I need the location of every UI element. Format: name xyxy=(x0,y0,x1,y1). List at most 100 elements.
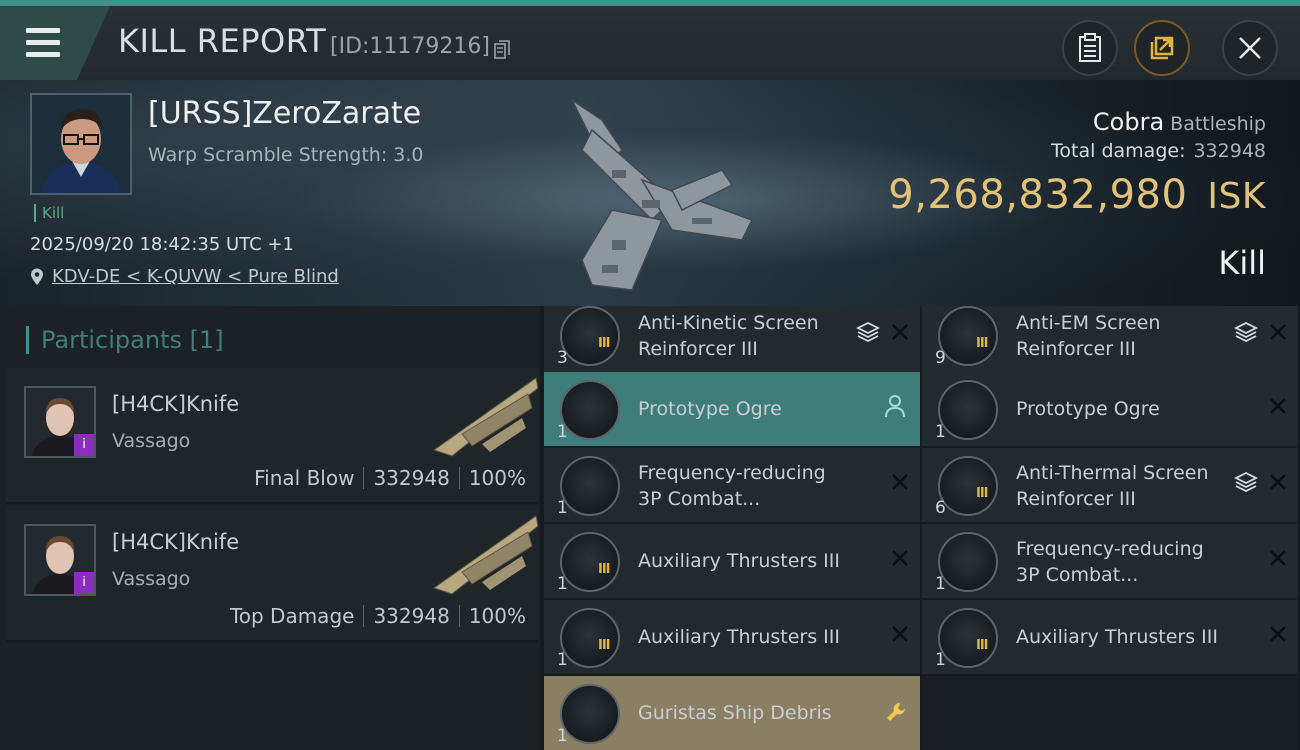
report-id: [ID:11179216] xyxy=(330,34,490,59)
attacker-stats: Top Damage 332948 100% xyxy=(230,604,526,628)
attacker-name[interactable]: [H4CK]Knife xyxy=(112,530,239,554)
clipboard-button[interactable] xyxy=(1062,20,1118,76)
module-name: Frequency-reducing 3P Combat... xyxy=(638,462,826,510)
victim-portrait[interactable] xyxy=(30,93,132,195)
divider xyxy=(458,605,460,627)
drone-icon xyxy=(560,380,620,440)
destroyed-x-icon xyxy=(1270,550,1286,566)
victim-name[interactable]: [URSS]ZeroZarate xyxy=(148,96,421,131)
tier-badge: III xyxy=(598,336,610,351)
attacker-ship-image[interactable] xyxy=(432,512,538,600)
pilot-avatar xyxy=(32,95,130,193)
tier-badge: III xyxy=(976,336,988,351)
module-slot[interactable]: 1 Prototype Ogre xyxy=(922,372,1298,446)
module-quantity: 1 xyxy=(935,650,946,670)
module-quantity: 1 xyxy=(557,498,568,518)
attacker-portrait[interactable]: i xyxy=(24,524,96,596)
share-button[interactable] xyxy=(1134,20,1190,76)
attacker-ship: Vassago xyxy=(112,430,191,452)
thruster-icon xyxy=(560,608,620,668)
location-pin-icon xyxy=(31,268,43,285)
module-quantity: 1 xyxy=(557,726,568,746)
victim-ship: Cobra Battleship xyxy=(1093,108,1266,136)
attacker-ship-image[interactable] xyxy=(432,374,538,462)
module-name: Prototype Ogre xyxy=(1016,398,1160,420)
module-slot[interactable]: 1 Frequency-reducing 3P Combat... xyxy=(544,448,920,522)
menu-button[interactable] xyxy=(0,6,110,80)
module-name: Guristas Ship Debris xyxy=(638,702,832,724)
stack-icon[interactable] xyxy=(856,320,880,344)
person-icon[interactable] xyxy=(884,394,906,418)
attacker-row[interactable]: i [H4CK]Knife Vassago Final Blow 332948 … xyxy=(6,368,538,504)
destroyed-x-icon xyxy=(892,550,908,566)
kill-datetime: 2025/09/20 18:42:35 UTC +1 xyxy=(30,234,294,255)
module-quantity: 9 xyxy=(935,348,946,368)
total-damage-label: Total damage: xyxy=(1051,140,1186,162)
module-name: Auxiliary Thrusters III xyxy=(638,550,840,572)
destroyed-x-icon xyxy=(892,626,908,642)
module-slot[interactable]: III 1 Auxiliary Thrusters III xyxy=(922,600,1298,674)
tier-badge: III xyxy=(598,638,610,653)
module-name: Frequency-reducing 3P Combat... xyxy=(1016,538,1204,586)
module-slot[interactable]: III 3 Anti-Kinetic Screen Reinforcer III xyxy=(544,306,920,372)
attacker-percent: 100% xyxy=(468,466,526,490)
thruster-icon xyxy=(560,532,620,592)
share-icon xyxy=(1150,36,1174,60)
attacker-name[interactable]: [H4CK]Knife xyxy=(112,392,239,416)
module-slot-selected[interactable]: 1 Prototype Ogre xyxy=(544,372,920,446)
top-bar: KILL REPORT [ID:11179216] xyxy=(0,0,1300,80)
fitted-modules-grid: III 3 Anti-Kinetic Screen Reinforcer III… xyxy=(544,306,1300,750)
ship-name: Cobra xyxy=(1092,108,1165,136)
attacker-percent: 100% xyxy=(468,604,526,628)
stack-icon[interactable] xyxy=(1234,470,1258,494)
attacker-row[interactable]: i [H4CK]Knife Vassago Top Damage 332948 … xyxy=(6,506,538,642)
divider xyxy=(363,605,365,627)
module-name: Auxiliary Thrusters III xyxy=(1016,626,1218,648)
page-title: KILL REPORT xyxy=(118,22,327,60)
copy-icon[interactable] xyxy=(494,40,510,60)
module-slot-empty xyxy=(922,676,1298,750)
module-name: Auxiliary Thrusters III xyxy=(638,626,840,648)
kill-location[interactable]: KDV-DE < K-QUVW < Pure Blind xyxy=(30,266,339,287)
participants-label: Participants xyxy=(41,326,182,354)
participants-title: Participants [1] xyxy=(26,326,224,354)
kill-tag: Kill xyxy=(34,204,64,222)
attacker-portrait[interactable]: i xyxy=(24,386,96,458)
shield-module-icon xyxy=(938,306,998,366)
attacker-role: Final Blow xyxy=(254,466,355,490)
total-damage-value: 332948 xyxy=(1193,140,1266,162)
kill-type: Kill xyxy=(1218,244,1266,282)
shield-module-icon xyxy=(938,456,998,516)
attacker-role: Top Damage xyxy=(229,604,355,628)
warp-scramble-strength: Warp Scramble Strength: 3.0 xyxy=(148,144,424,166)
module-slot-debris[interactable]: 1 Guristas Ship Debris xyxy=(544,676,920,750)
module-quantity: 1 xyxy=(557,574,568,594)
attacker-damage: 332948 xyxy=(373,604,450,628)
destroyed-x-icon xyxy=(892,474,908,490)
module-slot[interactable]: 1 Frequency-reducing 3P Combat... xyxy=(922,524,1298,598)
tier-badge: III xyxy=(976,638,988,653)
attacker-badge: i xyxy=(74,572,94,594)
module-quantity: 3 xyxy=(557,348,568,368)
shield-module-icon xyxy=(560,306,620,366)
tier-badge: III xyxy=(976,486,988,501)
stack-icon[interactable] xyxy=(1234,320,1258,344)
ship-class: Battleship xyxy=(1170,113,1266,135)
attacker-ship: Vassago xyxy=(112,568,191,590)
module-quantity: 1 xyxy=(935,422,946,442)
module-slot[interactable]: III 9 Anti-EM Screen Reinforcer III xyxy=(922,306,1298,372)
destroyed-x-icon xyxy=(1270,398,1286,414)
location-link[interactable]: KDV-DE < K-QUVW < Pure Blind xyxy=(52,266,339,287)
module-slot[interactable]: III 6 Anti-Thermal Screen Reinforcer III xyxy=(922,448,1298,522)
victim-ship-image[interactable] xyxy=(552,90,772,300)
module-slot[interactable]: III 1 Auxiliary Thrusters III xyxy=(544,524,920,598)
close-button[interactable] xyxy=(1222,20,1278,76)
wrench-icon[interactable] xyxy=(884,700,908,724)
destroyed-x-icon xyxy=(1270,324,1286,340)
module-name: Anti-EM Screen Reinforcer III xyxy=(1016,312,1161,360)
module-slot[interactable]: III 1 Auxiliary Thrusters III xyxy=(544,600,920,674)
module-name: Anti-Thermal Screen Reinforcer III xyxy=(1016,462,1209,510)
menu-icon xyxy=(26,28,60,64)
clipboard-icon xyxy=(1079,33,1101,62)
module-quantity: 1 xyxy=(557,422,568,442)
